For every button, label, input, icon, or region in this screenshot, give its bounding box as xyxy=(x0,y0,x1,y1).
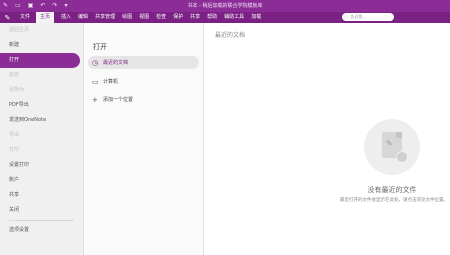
option-label: 最近的文档 xyxy=(103,60,129,66)
sidebar-item-save-as[interactable]: 另存为 xyxy=(0,83,83,98)
sidebar-item-open[interactable]: 打开 xyxy=(0,53,80,68)
empty-state: ✎ 没有最近的文件 最近打开的文件会显示在此处，请点击浏览文件位置。 xyxy=(340,119,448,203)
sidebar-item-account[interactable]: 账户 xyxy=(0,173,83,188)
menu-share[interactable]: 共享 xyxy=(190,12,200,23)
backstage-sidebar: 返回主页 新建 打开 信息 另存为 PDF导出 发送到OneNote 导出 打印… xyxy=(0,23,84,255)
clock-icon: ◷ xyxy=(92,58,99,67)
window-title: 书本 - 稍后加载的联合学院模板库 xyxy=(187,3,263,9)
recent-documents-heading: 最近的文档 xyxy=(215,32,246,39)
computer-icon: ▭ xyxy=(92,77,99,86)
option-computer[interactable]: ▭ 计算机 xyxy=(88,75,199,88)
open-heading: 打开 xyxy=(93,43,107,51)
menu-home[interactable]: 主页 xyxy=(36,12,55,23)
sidebar-item-print-setup[interactable]: 设置打印 xyxy=(0,158,83,173)
sidebar-item-close[interactable]: 关闭 xyxy=(0,203,83,218)
menu-help[interactable]: 帮助 xyxy=(207,12,217,23)
app-window: ✎ ▭ ▣ ↶ ↷ ▾ 书本 - 稍后加载的联合学院模板库 ✎ 文件 主页 插入… xyxy=(0,0,450,255)
search-placeholder: 告诉我... xyxy=(350,14,367,19)
lightbulb-icon: ◌ xyxy=(344,14,349,20)
sidebar-item-send[interactable]: 发送到OneNote xyxy=(0,113,83,128)
clock-badge-icon xyxy=(396,151,408,163)
menu-protect[interactable]: 保护 xyxy=(173,12,183,23)
menu-tools[interactable]: 辅助工具 xyxy=(224,12,244,23)
sidebar-item-share[interactable]: 共享 xyxy=(0,188,83,203)
onenote-mark-icon: ✎ xyxy=(386,139,393,148)
menu-insert[interactable]: 插入 xyxy=(61,12,71,23)
menu-load[interactable]: 加载 xyxy=(251,12,261,23)
onenote-logo-icon: ✎ xyxy=(4,13,11,22)
open-locations-panel: 打开 ◷ 最近的文档 ▭ 计算机 + 添加一个位置 xyxy=(84,23,204,255)
add-location-icon: + xyxy=(92,95,98,104)
empty-document-icon: ✎ xyxy=(364,119,420,175)
menu-share-manage[interactable]: 共享管理 xyxy=(95,12,115,23)
sidebar-item-pdf-export[interactable]: PDF导出 xyxy=(0,98,83,113)
sidebar-divider xyxy=(9,220,74,221)
option-recent-documents[interactable]: ◷ 最近的文档 xyxy=(88,56,199,69)
title-bar: ✎ ▭ ▣ ↶ ↷ ▾ 书本 - 稍后加载的联合学院模板库 xyxy=(0,0,450,12)
empty-subtitle: 最近打开的文件会显示在此处，请点击浏览文件位置。 xyxy=(340,198,448,203)
sidebar-item-info[interactable]: 信息 xyxy=(0,68,83,83)
menu-file[interactable]: 文件 xyxy=(20,12,30,23)
option-add-location[interactable]: + 添加一个位置 xyxy=(88,93,199,106)
option-label: 添加一个位置 xyxy=(103,97,134,103)
menu-review[interactable]: 检查 xyxy=(156,12,166,23)
sidebar-item-print[interactable]: 打印 xyxy=(0,143,83,158)
open-page: 打开 ◷ 最近的文档 ▭ 计算机 + 添加一个位置 最近的文档 ✎ 没有最近的文… xyxy=(84,23,450,255)
option-label: 计算机 xyxy=(103,79,119,85)
sidebar-item-export[interactable]: 导出 xyxy=(0,128,83,143)
search-box[interactable]: ◌ 告诉我... xyxy=(342,13,394,21)
page-fold xyxy=(396,132,402,138)
menu-edit[interactable]: 编辑 xyxy=(78,12,88,23)
empty-title: 没有最近的文件 xyxy=(367,186,417,194)
menu-view[interactable]: 视图 xyxy=(139,12,149,23)
menu-draw[interactable]: 绘图 xyxy=(122,12,132,23)
sidebar-item-back[interactable]: 返回主页 xyxy=(0,23,83,38)
sidebar-item-new[interactable]: 新建 xyxy=(0,38,83,53)
sidebar-item-options[interactable]: 选项设置 xyxy=(0,223,83,238)
